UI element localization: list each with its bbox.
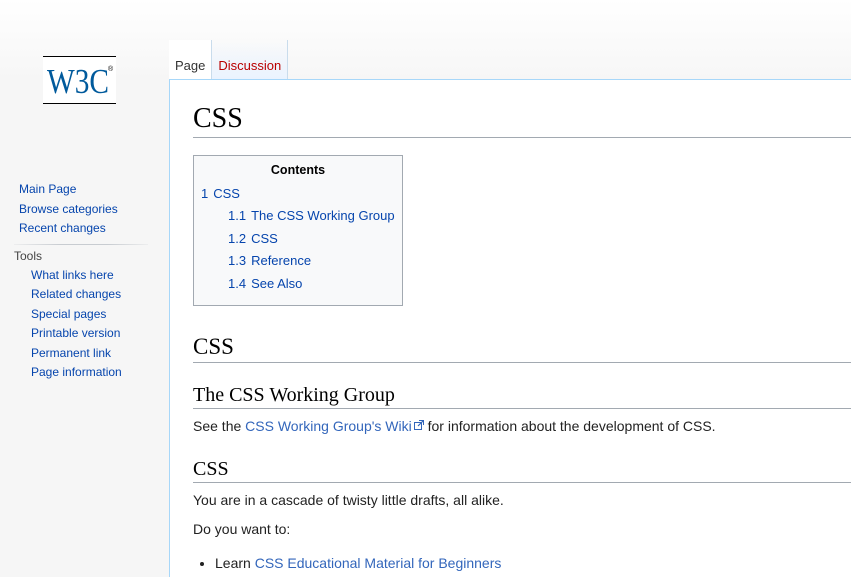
section-heading-css: CSS [193, 333, 851, 363]
tools-heading: Tools [14, 248, 43, 263]
wg-wiki-link[interactable]: CSS Working Group's Wiki [245, 418, 424, 434]
toc-number: 1 [201, 185, 209, 201]
list-item: Learn CSS Educational Material for Begin… [215, 553, 851, 574]
sidebar: Main Page Browse categories Recent chang… [0, 180, 168, 383]
sidebar-item-what-links-here[interactable]: What links here [31, 266, 168, 286]
sidebar-link[interactable]: Browse categories [19, 202, 118, 216]
namespace-tabs: Page Discussion [169, 40, 289, 80]
table-of-contents: Contents 1 CSS 1.1 The CSS Working Group 1… [193, 154, 403, 307]
sidebar-link[interactable]: Related changes [31, 287, 121, 301]
external-link-icon [413, 419, 424, 430]
toc-item[interactable]: 1.2 CSS [201, 228, 395, 251]
toc-link[interactable]: 1.2 CSS [228, 231, 278, 246]
sidebar-item-recent-changes[interactable]: Recent changes [19, 219, 168, 239]
toc-number: 1.1 [228, 208, 247, 224]
sidebar-link[interactable]: Recent changes [19, 221, 106, 235]
sidebar-item-permanent-link[interactable]: Permanent link [31, 344, 168, 364]
portal-divider [14, 243, 148, 245]
toc-text: Reference [251, 253, 312, 269]
toc-item[interactable]: 1.3 Reference [201, 250, 395, 273]
sidebar-link[interactable]: Page information [31, 365, 122, 379]
toc-item[interactable]: 1.4 See Also [201, 273, 395, 296]
tab-discussion[interactable]: Discussion [212, 40, 289, 80]
toc-number: 1.2 [228, 230, 247, 246]
section-heading-css-sub: CSS [193, 457, 851, 484]
page-title: CSS [193, 102, 851, 138]
sidebar-item-related-changes[interactable]: Related changes [31, 285, 168, 305]
toc-link[interactable]: 1.1 The CSS Working Group [228, 208, 395, 223]
section-heading-working-group: The CSS Working Group [193, 383, 851, 409]
toc-title: Contents [270, 162, 326, 177]
options-list: Learn CSS Educational Material for Begin… [215, 553, 851, 574]
sidebar-item-page-information[interactable]: Page information [31, 363, 168, 383]
toc-link[interactable]: 1.4 See Also [228, 276, 302, 291]
toc-list: 1 CSS 1.1 The CSS Working Group 1.2 CSS 1.3… [201, 183, 395, 296]
main-content: CSS Contents 1 CSS 1.1 The CSS Working Gro… [169, 79, 851, 577]
toc-number: 1.3 [228, 253, 247, 269]
sidebar-link[interactable]: Permanent link [31, 346, 111, 360]
educational-material-link[interactable]: CSS Educational Material for Beginners [255, 555, 502, 571]
sidebar-link[interactable]: Main Page [19, 182, 76, 196]
sidebar-item-printable-version[interactable]: Printable version [31, 324, 168, 344]
toc-link[interactable]: 1 CSS [201, 186, 240, 201]
toc-text: CSS [213, 185, 240, 201]
w3c-logo[interactable]: W3C ® [43, 56, 116, 104]
working-group-paragraph: See the CSS Working Group's Wiki for inf… [193, 416, 851, 438]
list-item-text: Learn [215, 554, 255, 571]
sidebar-link[interactable]: Printable version [31, 326, 120, 340]
navigation-portal: Main Page Browse categories Recent chang… [0, 180, 168, 239]
tools-portal: What links here Related changes Special … [0, 266, 168, 383]
toc-item[interactable]: 1 CSS [201, 183, 395, 206]
paragraph-text: for information about the development of… [423, 417, 716, 434]
css-paragraph-2: Do you want to: [193, 521, 291, 538]
toc-text: See Also [251, 275, 303, 291]
sidebar-item-browse-categories[interactable]: Browse categories [19, 200, 168, 220]
header-background [0, 0, 851, 80]
css-paragraph-1: You are in a cascade of twisty little dr… [193, 492, 504, 509]
sidebar-link[interactable]: What links here [31, 268, 114, 282]
toc-number: 1.4 [228, 275, 247, 291]
tab-page[interactable]: Page [169, 40, 213, 80]
link-text: CSS Working Group's Wiki [245, 417, 412, 434]
toc-text: The CSS Working Group [251, 208, 395, 224]
paragraph-text: See the [193, 417, 246, 434]
toc-text: CSS [251, 230, 278, 246]
toc-item[interactable]: 1.1 The CSS Working Group [201, 205, 395, 228]
logo-text: W3C [47, 62, 109, 101]
svg-text:®: ® [108, 65, 114, 73]
sidebar-item-main-page[interactable]: Main Page [19, 180, 168, 200]
toc-link[interactable]: 1.3 Reference [228, 253, 311, 268]
sidebar-link[interactable]: Special pages [31, 307, 106, 321]
sidebar-item-special-pages[interactable]: Special pages [31, 305, 168, 325]
